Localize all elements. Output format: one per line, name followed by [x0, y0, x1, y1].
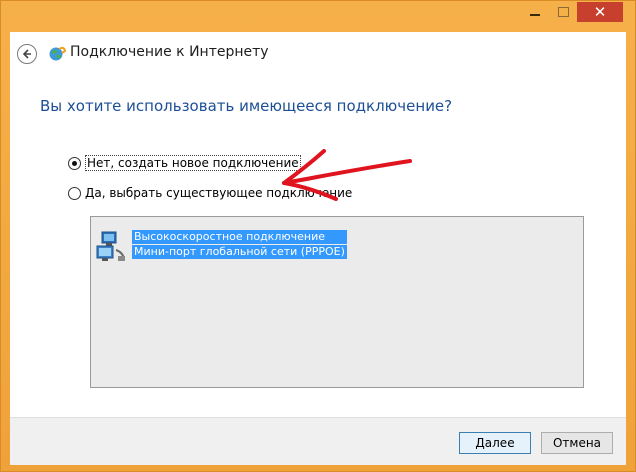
- annotation-arrow-icon: [282, 149, 412, 201]
- window: ✕ Подключение к Интернету Вы хотите испо…: [0, 0, 636, 472]
- back-button[interactable]: [17, 44, 37, 64]
- maximize-button[interactable]: [549, 2, 577, 22]
- close-icon: ✕: [593, 2, 607, 21]
- network-connection-icon: [96, 231, 125, 261]
- button-bar: Далее Отмена: [10, 417, 626, 465]
- option-create-new[interactable]: Нет, создать новое подключение: [68, 155, 301, 171]
- connection-name: Высокоскоростное подключение: [132, 230, 347, 244]
- page-heading: Вы хотите использовать имеющееся подключ…: [40, 97, 453, 115]
- existing-connections-list[interactable]: Высокоскоростное подключение Мини-порт г…: [90, 216, 584, 388]
- radio-use-existing[interactable]: [68, 186, 81, 200]
- minimize-button[interactable]: [521, 2, 549, 22]
- minimize-icon: [530, 14, 540, 16]
- back-arrow-icon: [22, 49, 31, 59]
- wizard-title: Подключение к Интернету: [70, 44, 269, 60]
- navigation-bar: Подключение к Интернету: [10, 32, 626, 76]
- cancel-button[interactable]: Отмена: [541, 432, 613, 454]
- next-button[interactable]: Далее: [459, 432, 531, 454]
- list-item[interactable]: Высокоскоростное подключение Мини-порт г…: [96, 230, 347, 262]
- internet-globe-icon: [49, 46, 66, 61]
- radio-create-new[interactable]: [68, 156, 81, 170]
- close-button[interactable]: ✕: [577, 2, 623, 22]
- maximize-icon: [557, 7, 569, 17]
- title-bar[interactable]: ✕: [1, 1, 636, 32]
- option-create-new-label[interactable]: Нет, создать новое подключение: [85, 155, 301, 171]
- wizard-content: Подключение к Интернету Вы хотите исполь…: [10, 32, 626, 417]
- connection-device: Мини-порт глобальной сети (PPPOE): [132, 245, 347, 259]
